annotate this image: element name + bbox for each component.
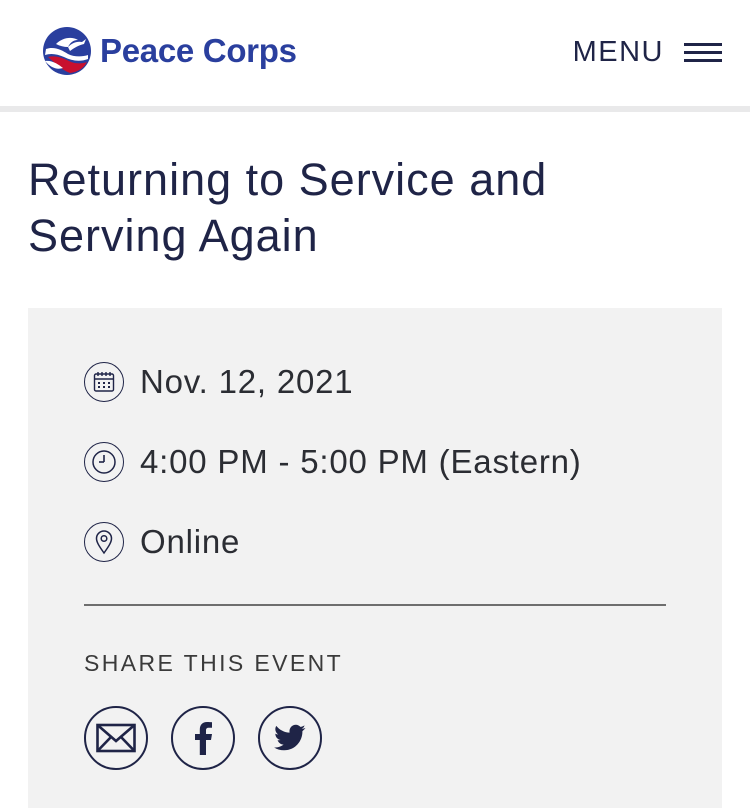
event-location-row: Online — [84, 522, 240, 562]
hamburger-icon — [684, 41, 722, 65]
facebook-icon — [195, 722, 212, 755]
logo-text: Peace Corps — [100, 32, 297, 69]
event-time: 4:00 PM - 5:00 PM (Eastern) — [140, 443, 582, 480]
site-header: Peace Corps MENU — [0, 0, 750, 112]
share-facebook-button[interactable] — [171, 706, 235, 770]
event-date-row: Nov. 12, 2021 — [84, 362, 353, 402]
share-email-button[interactable] — [84, 706, 148, 770]
share-heading: SHARE THIS EVENT — [84, 650, 344, 676]
dove-logo-icon — [43, 27, 91, 75]
event-location: Online — [140, 523, 241, 560]
share-twitter-button[interactable] — [258, 706, 322, 770]
page-title: Returning to Service and Serving Again — [28, 154, 548, 261]
event-details-card: Nov. 12, 2021 4:00 PM - 5:00 PM (Eastern… — [28, 308, 722, 808]
envelope-icon — [96, 723, 136, 753]
menu-button[interactable]: MENU — [573, 36, 722, 69]
event-date: Nov. 12, 2021 — [140, 363, 354, 400]
event-time-row: 4:00 PM - 5:00 PM (Eastern) — [84, 442, 582, 482]
calendar-icon — [84, 362, 124, 402]
clock-icon — [84, 442, 124, 482]
twitter-icon — [274, 724, 306, 751]
map-pin-icon — [84, 522, 124, 562]
share-buttons — [84, 706, 345, 770]
peace-corps-logo[interactable]: Peace Corps — [42, 26, 297, 76]
menu-label: MENU — [572, 36, 664, 68]
divider — [84, 604, 666, 606]
